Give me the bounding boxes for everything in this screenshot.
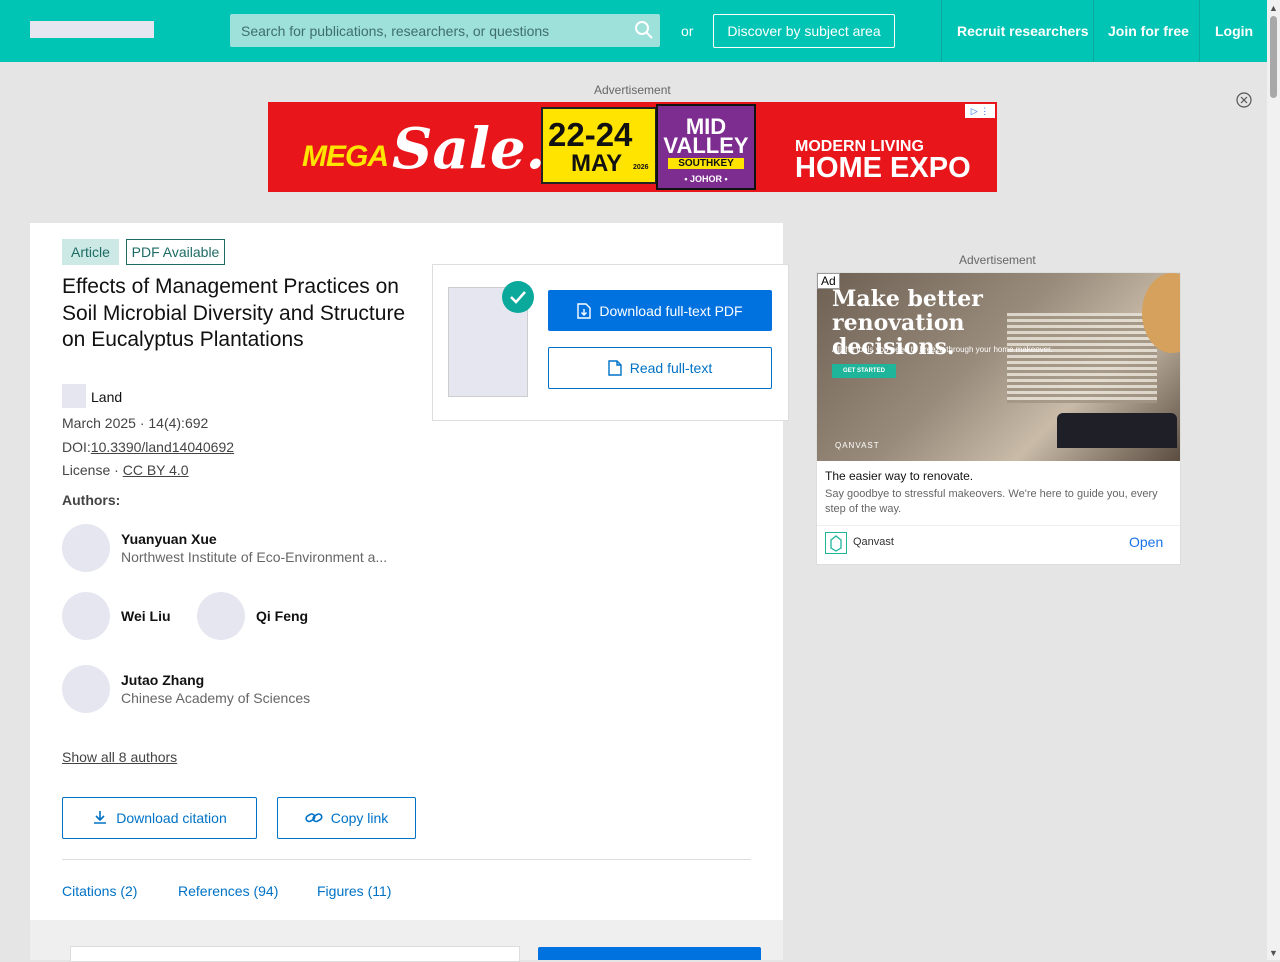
journal-logo <box>62 384 86 408</box>
join-for-free-link[interactable]: Join for free <box>1108 23 1189 39</box>
close-ad-icon[interactable] <box>1236 92 1252 108</box>
top-bar: Search for publications, researchers, or… <box>0 0 1267 62</box>
author-institution: Northwest Institute of Eco-Environment a… <box>121 549 388 565</box>
ad-image-brand: QANVAST <box>835 441 880 450</box>
ad-image-subtext: All the tools you need to breeze through… <box>832 345 1053 354</box>
ad-description: Say goodbye to stressful makeovers. We'r… <box>825 488 1158 515</box>
copy-link-label: Copy link <box>330 810 389 826</box>
banner-mall-line3: SOUTHKEY <box>668 158 744 169</box>
researchgate-logo[interactable] <box>30 21 154 38</box>
avatar[interactable] <box>197 592 245 640</box>
advertisement-label: Advertisement <box>594 83 671 97</box>
nav-divider <box>1093 0 1094 62</box>
avatar[interactable] <box>62 592 110 640</box>
ad-image[interactable]: Ad Make better renovation decisions. All… <box>817 273 1180 461</box>
read-full-text-label: Read full-text <box>629 360 713 376</box>
search-icon[interactable] <box>634 20 654 40</box>
discover-subject-button[interactable]: Discover by subject area <box>713 14 895 48</box>
banner-mega-text: MEGA <box>302 140 389 173</box>
ad-footer-divider <box>817 525 1180 526</box>
download-pdf-label: Download full-text PDF <box>599 302 743 319</box>
tab-citations[interactable]: Citations (2) <box>62 883 137 899</box>
read-full-text-button[interactable]: Read full-text <box>548 347 772 389</box>
or-separator: or <box>681 23 694 39</box>
download-citation-button[interactable]: Download citation <box>62 797 257 839</box>
check-badge <box>502 281 534 313</box>
file-download-icon <box>577 302 592 319</box>
license-label: License · <box>62 462 123 478</box>
banner-dates: 22-24 <box>548 116 633 153</box>
ad-image-sofa <box>1057 413 1177 448</box>
link-icon <box>305 813 323 823</box>
page-scrollbar[interactable]: ▲ ▼ <box>1267 0 1280 960</box>
doi-label: DOI: <box>62 439 91 455</box>
advertisement-label: Advertisement <box>959 253 1036 267</box>
scroll-down-arrow-icon[interactable]: ▼ <box>1269 948 1278 958</box>
nav-divider <box>1199 0 1200 62</box>
author-name[interactable]: Jutao Zhang <box>121 672 204 688</box>
adchoices-icon[interactable]: ▷ ⋮ <box>965 104 995 118</box>
doi-line: DOI:10.3390/land14040692 <box>62 439 234 455</box>
publication-date: March 2025 · 14(4):692 <box>62 415 209 431</box>
download-pdf-button[interactable]: Download full-text PDF <box>548 290 772 331</box>
advertiser-name: Qanvast <box>853 536 894 548</box>
article-title: Effects of Management Practices on Soil … <box>62 275 406 351</box>
banner-mall-line2: VALLEY <box>663 133 749 158</box>
license-link[interactable]: CC BY 4.0 <box>123 462 189 478</box>
doi-link[interactable]: 10.3390/land14040692 <box>91 439 234 455</box>
copy-link-button[interactable]: Copy link <box>277 797 416 839</box>
login-link[interactable]: Login <box>1215 23 1253 39</box>
nav-divider <box>941 0 942 62</box>
tab-figures[interactable]: Figures (11) <box>317 883 391 899</box>
search-bar[interactable]: Search for publications, researchers, or… <box>230 14 660 47</box>
tab-references[interactable]: References (94) <box>178 883 278 899</box>
author-name[interactable]: Qi Feng <box>256 608 308 624</box>
download-citation-label: Download citation <box>116 810 227 826</box>
show-all-authors-link[interactable]: Show all 8 authors <box>62 749 177 765</box>
ad-headline[interactable]: The easier way to renovate. <box>825 469 973 483</box>
side-ad[interactable]: Ad Make better renovation decisions. All… <box>816 272 1181 565</box>
file-icon <box>608 360 622 376</box>
author-name[interactable]: Wei Liu <box>121 608 171 624</box>
scroll-up-arrow-icon[interactable]: ▲ <box>1269 3 1278 13</box>
banner-year: 2026 <box>633 164 649 171</box>
download-icon <box>94 811 107 824</box>
download-panel: Download full-text PDF Read full-text <box>432 264 789 421</box>
advertiser-logo-icon <box>825 532 847 554</box>
bottom-action-button[interactable] <box>538 947 761 960</box>
ad-get-started-button[interactable]: GET STARTED <box>832 364 896 378</box>
banner-mall-line4: • JOHOR • <box>684 174 728 184</box>
ad-open-button[interactable]: Open <box>1129 534 1163 550</box>
banner-ad[interactable]: MEGA Sale... 22-24 MAY 2026 MID VALLEY S… <box>268 102 997 192</box>
journal-link[interactable]: Land <box>91 389 122 405</box>
search-input[interactable]: Search for publications, researchers, or… <box>241 23 549 39</box>
pdf-available-badge: PDF Available <box>126 239 225 265</box>
avatar[interactable] <box>62 665 110 713</box>
author-name[interactable]: Yuanyuan Xue <box>121 531 217 547</box>
banner-mall-box: MID VALLEY SOUTHKEY • JOHOR • <box>656 104 756 190</box>
recruit-researchers-link[interactable]: Recruit researchers <box>957 23 1089 39</box>
article-type-badge: Article <box>62 239 119 265</box>
banner-expo-line2: HOME EXPO <box>795 152 971 184</box>
avatar[interactable] <box>62 524 110 572</box>
scrollbar-thumb[interactable] <box>1270 16 1277 98</box>
license-line: License · CC BY 4.0 <box>62 462 189 478</box>
banner-month: MAY <box>571 150 623 177</box>
author-institution: Chinese Academy of Sciences <box>121 690 311 706</box>
banner-date-box: 22-24 MAY 2026 <box>541 107 657 184</box>
authors-heading: Authors: <box>62 492 121 508</box>
checkmark-icon <box>510 291 526 304</box>
tabs-divider <box>62 859 751 860</box>
